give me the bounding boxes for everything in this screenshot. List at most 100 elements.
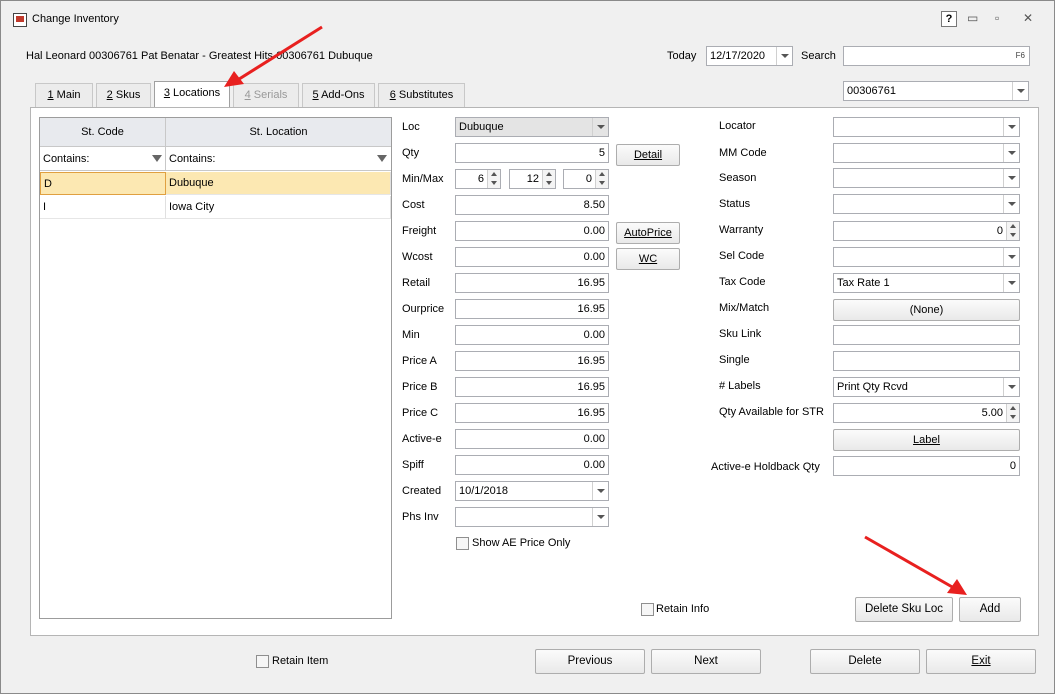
detail-button[interactable]: Detail <box>616 144 680 166</box>
active-e-field[interactable]: 0.00 <box>455 429 609 449</box>
retain-item-checkbox[interactable] <box>256 655 269 668</box>
chevron-down-icon[interactable] <box>1003 195 1019 213</box>
filter-st-location[interactable]: Contains: <box>166 147 391 171</box>
show-ae-price-checkbox[interactable] <box>456 537 469 550</box>
locator-select[interactable] <box>833 117 1020 137</box>
holdback-qty-field[interactable]: 0 <box>833 456 1020 476</box>
cost-field[interactable]: 8.50 <box>455 195 609 215</box>
single-label: Single <box>719 354 750 366</box>
chevron-down-icon[interactable] <box>592 482 608 500</box>
cell-st-code[interactable]: I <box>40 196 166 219</box>
today-date-field[interactable]: 12/17/2020 <box>706 46 793 66</box>
created-date-field[interactable]: 10/1/2018 <box>455 481 609 501</box>
column-header-st-code[interactable]: St. Code <box>40 118 166 147</box>
wc-button[interactable]: WC <box>616 248 680 270</box>
filter-icon[interactable] <box>152 155 162 162</box>
app-flag-icon <box>13 13 27 27</box>
qty-field[interactable]: 5 <box>455 143 609 163</box>
search-label: Search <box>801 50 836 62</box>
previous-button[interactable]: Previous <box>535 649 645 674</box>
retail-field[interactable]: 16.95 <box>455 273 609 293</box>
locations-grid[interactable]: St. Code St. Location Contains: Contains… <box>39 117 392 619</box>
labels-count-label: # Labels <box>719 380 761 392</box>
chevron-down-icon[interactable] <box>1003 274 1019 292</box>
show-ae-price-label: Show AE Price Only <box>472 537 571 549</box>
labels-count-select[interactable]: Print Qty Rcvd <box>833 377 1020 397</box>
search-input[interactable]: F6 <box>843 46 1030 66</box>
status-label: Status <box>719 198 751 210</box>
loc-select[interactable]: Dubuque <box>455 117 609 137</box>
chevron-down-icon[interactable] <box>1003 144 1019 162</box>
chevron-down-icon[interactable] <box>1003 378 1019 396</box>
sel-code-label: Sel Code <box>719 250 765 262</box>
tab-skus[interactable]: 2 Skus <box>96 83 151 107</box>
min-stepper[interactable]: 6 <box>455 169 501 189</box>
mm-code-select[interactable] <box>833 143 1020 163</box>
chevron-down-icon[interactable] <box>1012 82 1028 100</box>
next-button[interactable]: Next <box>651 649 761 674</box>
filter-st-code[interactable]: Contains: <box>40 147 166 171</box>
chevron-down-icon[interactable] <box>592 508 608 526</box>
price-c-field[interactable]: 16.95 <box>455 403 609 423</box>
minimize-button[interactable]: ▭ <box>967 11 978 25</box>
sku-link-field[interactable] <box>833 325 1020 345</box>
warranty-label: Warranty <box>719 224 764 236</box>
single-field[interactable] <box>833 351 1020 371</box>
qty-label: Qty <box>402 147 420 159</box>
spin-arrows-icon[interactable] <box>595 170 608 188</box>
table-row[interactable]: I Iowa City <box>40 196 391 219</box>
autoprice-button[interactable]: AutoPrice <box>616 222 680 244</box>
active-e-label: Active-e <box>402 433 442 445</box>
tax-code-label: Tax Code <box>719 276 766 288</box>
exit-button[interactable]: Exit <box>926 649 1036 674</box>
chevron-down-icon[interactable] <box>776 47 792 65</box>
help-button[interactable]: ? <box>941 11 957 27</box>
spin-arrows-icon[interactable] <box>487 170 500 188</box>
qty-available-str-stepper[interactable]: 5.00 <box>833 403 1020 423</box>
chevron-down-icon[interactable] <box>592 118 608 136</box>
sel-code-select[interactable] <box>833 247 1020 267</box>
mix-match-button[interactable]: (None) <box>833 299 1020 321</box>
chevron-down-icon[interactable] <box>1003 118 1019 136</box>
sku-select[interactable]: 00306761 <box>843 81 1029 101</box>
price-b-field[interactable]: 16.95 <box>455 377 609 397</box>
filter-icon[interactable] <box>377 155 387 162</box>
chevron-down-icon[interactable] <box>1003 169 1019 187</box>
ourprice-field[interactable]: 16.95 <box>455 299 609 319</box>
column-header-st-location[interactable]: St. Location <box>166 118 391 147</box>
spiff-field[interactable]: 0.00 <box>455 455 609 475</box>
retain-info-checkbox[interactable] <box>641 603 654 616</box>
freight-field[interactable]: 0.00 <box>455 221 609 241</box>
tab-substitutes[interactable]: 6 Substitutes <box>378 83 465 107</box>
price-a-field[interactable]: 16.95 <box>455 351 609 371</box>
spin-arrows-icon[interactable] <box>1006 404 1019 422</box>
min-field[interactable]: 0.00 <box>455 325 609 345</box>
table-row[interactable]: D Dubuque <box>40 172 391 195</box>
minmax-label: Min/Max <box>402 173 444 185</box>
ourprice-label: Ourprice <box>402 303 445 315</box>
cell-st-code[interactable]: D <box>40 172 166 195</box>
cell-st-location[interactable]: Iowa City <box>166 196 391 219</box>
spiff-label: Spiff <box>402 459 424 471</box>
max-stepper[interactable]: 12 <box>509 169 556 189</box>
delete-button[interactable]: Delete <box>810 649 920 674</box>
mix-match-label: Mix/Match <box>719 302 770 314</box>
tax-code-select[interactable]: Tax Rate 1 <box>833 273 1020 293</box>
third-stepper[interactable]: 0 <box>563 169 609 189</box>
loc-label: Loc <box>402 121 420 133</box>
chevron-down-icon[interactable] <box>1003 248 1019 266</box>
holdback-qty-label: Active-e Holdback Qty <box>711 461 820 473</box>
phs-inv-field[interactable] <box>455 507 609 527</box>
spin-arrows-icon[interactable] <box>542 170 555 188</box>
restore-button[interactable]: ▫ <box>995 11 999 25</box>
spin-arrows-icon[interactable] <box>1006 222 1019 240</box>
warranty-stepper[interactable]: 0 <box>833 221 1020 241</box>
label-button[interactable]: Label <box>833 429 1020 451</box>
cell-st-location[interactable]: Dubuque <box>166 172 391 195</box>
wcost-field[interactable]: 0.00 <box>455 247 609 267</box>
close-button[interactable]: ✕ <box>1023 11 1033 25</box>
status-select[interactable] <box>833 194 1020 214</box>
tab-main[interactable]: 1 Main <box>35 83 93 107</box>
min-label: Min <box>402 329 420 341</box>
season-select[interactable] <box>833 168 1020 188</box>
